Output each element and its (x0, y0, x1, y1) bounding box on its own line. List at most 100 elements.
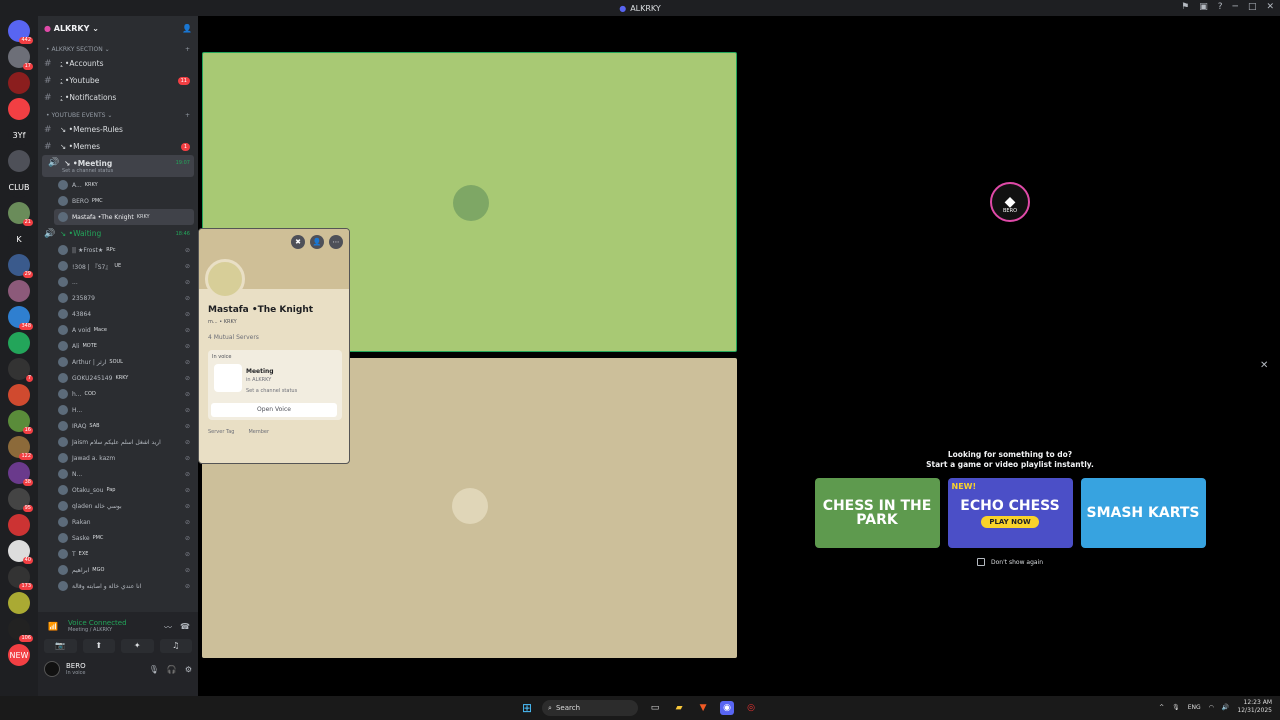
voice-user[interactable]: Otaku_sou Pap ⊘ (38, 482, 198, 498)
tray-mic-icon[interactable]: 🎙 (1172, 704, 1180, 711)
voice-user[interactable]: ابراهيم MGO ⊘ (38, 562, 198, 578)
language-indicator[interactable]: ENG (1188, 704, 1201, 711)
server-icon[interactable]: 21 (8, 202, 33, 226)
server-icon[interactable]: 348 (8, 306, 33, 330)
voice-user[interactable]: انا عندي خالة و اصابته وقالة ⊘ (38, 578, 198, 594)
server-icon[interactable]: 7 (8, 358, 33, 382)
bero-avatar-tile[interactable]: ◆ BERO (990, 182, 1030, 222)
disconnect-icon[interactable]: ☎ (180, 622, 190, 633)
voice-user[interactable]: Rakan ⊘ (38, 514, 198, 530)
server-icon[interactable]: CLUB (8, 176, 30, 198)
channel-accounts[interactable]: #ِ; • Accounts (38, 55, 198, 72)
server-icon[interactable] (8, 72, 30, 94)
voice-user[interactable]: 43864 ⊘ (38, 306, 198, 322)
server-icon[interactable] (8, 592, 30, 614)
wifi-icon[interactable]: ◠ (1209, 704, 1214, 711)
activity-card-echo-chess[interactable]: NEW! ECHO CHESS PLAY NOW (947, 478, 1073, 548)
voice-user[interactable]: T EXE ⊘ (38, 546, 198, 562)
server-icon[interactable]: 122 (8, 436, 33, 460)
screen-share-button[interactable]: ⬆ (82, 639, 115, 653)
server-header[interactable]: ● ALKRKY ⌄ 👤 (38, 16, 198, 40)
category-youtube-events[interactable]: • YOUTUBE EVENTS ⌄ + (38, 106, 198, 121)
server-icon[interactable]: 29 (8, 254, 33, 278)
voice-user[interactable]: Arthur | ارثر SOUL ⊘ (38, 354, 198, 370)
voice-user[interactable]: Jaism اريد اشغل اسلم عليكم سلام ⊘ (38, 434, 198, 450)
server-icon[interactable]: 40 (8, 540, 33, 564)
open-voice-button[interactable]: Open Voice (211, 403, 337, 417)
channel-notifications[interactable]: #ِ; • Notifications (38, 89, 198, 106)
category-alkrky[interactable]: • ALKRKY SECTION ⌄ + (38, 40, 198, 55)
voice-user[interactable]: h... COD ⊘ (38, 386, 198, 402)
clock[interactable]: 12:23 AM 12/31/2025 (1237, 699, 1272, 715)
activity-card-chess-in-the-park[interactable]: CHESS IN THE PARK (814, 478, 940, 548)
voice-channel-meeting[interactable]: 🔊 ↘ • Meeting 19:07 Set a channel status (42, 155, 194, 177)
voice-user[interactable]: A void Mace ⊘ (38, 322, 198, 338)
maximize-button[interactable]: □ (1248, 2, 1257, 12)
voice-user[interactable]: Mastafa •The Knight KRKY (54, 209, 194, 225)
server-icon[interactable]: NEW (8, 644, 30, 666)
voice-channel-waiting[interactable]: 🔊 ↘ • Waiting 18:46 (38, 225, 198, 242)
voice-user[interactable]: GOKU245149 KRKY ⊘ (38, 370, 198, 386)
channel-memes[interactable]: # ↘ • Memes 1 (38, 138, 198, 155)
mutual-servers[interactable]: 4 Mutual Servers (208, 334, 259, 341)
brave-browser-icon[interactable]: ▼ (696, 701, 710, 715)
voice-user[interactable]: Jawad a. kazm ⊘ (38, 450, 198, 466)
server-icon[interactable] (8, 98, 30, 120)
inbox-icon[interactable]: ⚑ (1181, 2, 1189, 12)
camera-button[interactable]: 📷 (44, 639, 77, 653)
close-icon[interactable]: ✕ (1260, 360, 1268, 371)
server-icon[interactable]: 173 (8, 566, 33, 590)
server-icon[interactable]: 3Yf (8, 124, 30, 146)
signal-icon[interactable]: 📶 (48, 622, 58, 631)
server-icon[interactable]: K (8, 228, 30, 250)
file-explorer-icon[interactable]: ▰ (672, 701, 686, 715)
activity-card-smash-karts[interactable]: SMASH KARTS (1080, 478, 1206, 548)
server-icon[interactable]: 95 (8, 488, 33, 512)
close-window-button[interactable]: ✕ (1266, 2, 1274, 12)
voice-user[interactable]: H... ⊘ (38, 402, 198, 418)
more-icon[interactable]: ⋯ (329, 235, 343, 249)
voice-user[interactable]: BERO PMC (38, 193, 198, 209)
headphones-icon[interactable]: 🎧 (167, 665, 177, 674)
server-icon[interactable]: 442 (8, 20, 33, 44)
add-friend-icon[interactable]: 👤 (310, 235, 324, 249)
server-icon[interactable] (8, 332, 30, 354)
chrome-icon[interactable]: ◎ (744, 701, 758, 715)
noise-suppression-icon[interactable]: 〰 (164, 622, 172, 633)
play-now-button[interactable]: PLAY NOW (981, 515, 1039, 528)
server-icon[interactable]: 16 (8, 410, 33, 434)
server-icon[interactable]: 17 (8, 46, 33, 70)
monitor-icon[interactable]: ▣ (1199, 2, 1208, 12)
voice-user[interactable]: !308 | 『S7』 UE ⊘ (38, 258, 198, 274)
invite-icon[interactable]: 👤 (182, 24, 192, 33)
voice-user[interactable]: Saske PMC ⊘ (38, 530, 198, 546)
channel-youtube[interactable]: #ِ; • Youtube 11 (38, 72, 198, 89)
activities-button[interactable]: ✦ (121, 639, 154, 653)
voice-user[interactable]: Ali MOTE ⊘ (38, 338, 198, 354)
discord-app-icon[interactable]: ◉ (720, 701, 735, 715)
voice-user[interactable]: A... KRKY (38, 177, 198, 193)
task-view-icon[interactable]: ▭ (648, 701, 662, 715)
help-icon[interactable]: ? (1218, 2, 1223, 12)
server-icon[interactable] (8, 514, 30, 536)
voice-user[interactable]: 235879 ⊘ (38, 290, 198, 306)
settings-gear-icon[interactable]: ⚙ (185, 665, 192, 674)
voice-user[interactable]: ... ⊘ (38, 274, 198, 290)
server-icon[interactable] (8, 150, 30, 172)
channel-status[interactable]: Set a channel status (48, 168, 113, 174)
mic-icon[interactable]: 🎙 (149, 665, 159, 674)
tray-chevron-icon[interactable]: ^ (1159, 704, 1164, 711)
server-icon[interactable] (8, 280, 30, 302)
voice-user[interactable]: IRAQ SAB ⊘ (38, 418, 198, 434)
dont-show-checkbox[interactable] (976, 558, 985, 566)
server-icon[interactable] (8, 384, 30, 406)
taskbar-search[interactable]: ⌕ Search (542, 700, 639, 716)
soundboard-button[interactable]: ♫ (159, 639, 192, 653)
avatar[interactable] (44, 661, 60, 677)
minimize-button[interactable]: ─ (1233, 2, 1238, 12)
server-icon[interactable]: 106 (8, 618, 33, 642)
windows-start-icon[interactable]: ⊞ (522, 701, 532, 715)
server-icon[interactable]: 38 (8, 462, 33, 486)
voice-user[interactable]: qladen بوسي خالة ⊘ (38, 498, 198, 514)
volume-icon[interactable]: 🔊 (1222, 704, 1229, 711)
